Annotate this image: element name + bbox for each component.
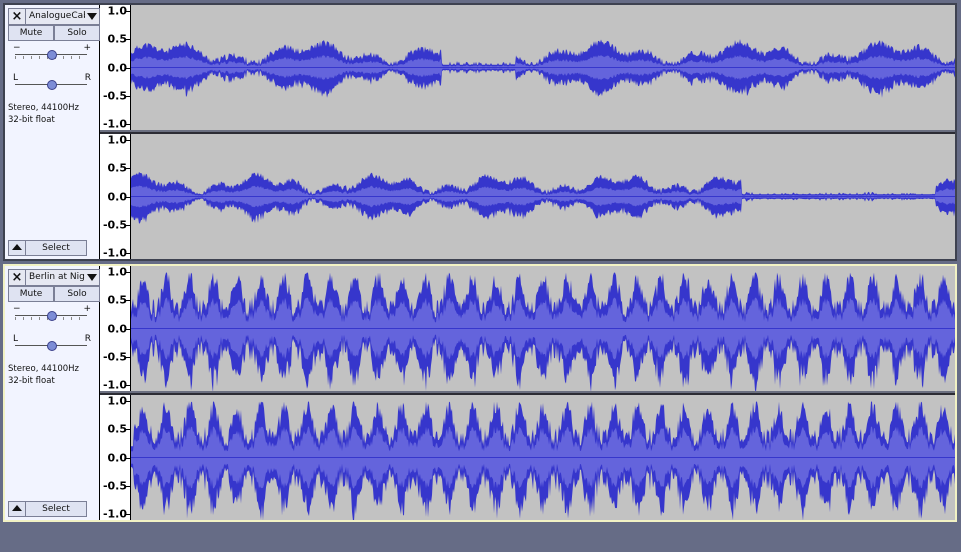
gain-slider-thumb[interactable] [47, 50, 57, 60]
amplitude-tick-label: -0.5 [102, 218, 127, 232]
collapse-arrow-icon [12, 244, 22, 250]
amplitude-tick-label: -0.5 [102, 89, 127, 103]
amplitude-tick-mark [126, 95, 130, 97]
collapse-arrow-icon [12, 505, 22, 511]
track-format-info: 32-bit float [8, 115, 55, 125]
amplitude-tick-mark [126, 356, 130, 358]
gain-slider[interactable]: − + [11, 43, 91, 61]
amplitude-tick-mark [126, 514, 130, 515]
select-track-button[interactable]: Select [25, 240, 87, 256]
amplitude-tick-mark [126, 140, 130, 141]
track-name-label: Berlin at Night [29, 272, 85, 282]
amplitude-tick-mark [126, 300, 130, 302]
amplitude-tick-mark [126, 328, 130, 330]
waveform-svg [131, 272, 955, 391]
amplitude-tick-label: 1.0 [107, 133, 128, 147]
amplitude-tick-label: 0.5 [107, 32, 128, 46]
select-track-button[interactable]: Select [25, 501, 87, 517]
pan-left-label: L [13, 334, 19, 344]
amplitude-tick-mark [126, 124, 130, 125]
track-name-menu[interactable]: Berlin at Night [25, 269, 100, 286]
gain-plus-label: + [83, 43, 91, 53]
waveform-channel-right[interactable] [131, 134, 955, 259]
track-berlin-at-night[interactable]: × Berlin at Night Mute Solo − + L R Ster… [3, 264, 957, 522]
amplitude-ruler: 1.0 0.5 0.0 -0.5 -1.0 [100, 133, 131, 260]
pan-right-label: R [84, 334, 91, 344]
track-control-panel: × AnalogueCabin Mute Solo − + L R Stereo… [5, 5, 100, 259]
dropdown-arrow-icon [87, 274, 97, 281]
close-track-button[interactable]: × [8, 8, 26, 25]
amplitude-tick-label: 0.5 [107, 293, 128, 307]
amplitude-tick-label: -1.0 [102, 246, 127, 260]
track-analoguecabin[interactable]: × AnalogueCabin Mute Solo − + L R Stereo… [3, 3, 957, 261]
amplitude-tick-label: 1.0 [107, 394, 128, 408]
amplitude-tick-label: -0.5 [102, 350, 127, 364]
amplitude-tick-label: 0.5 [107, 422, 128, 436]
gain-minus-label: − [13, 43, 21, 53]
amplitude-tick-mark [126, 429, 130, 431]
amplitude-tick-label: -1.0 [102, 378, 127, 392]
amplitude-tick-mark [126, 168, 130, 170]
amplitude-tick-mark [126, 67, 130, 69]
amplitude-tick-label: 0.5 [107, 161, 128, 175]
waveform-svg [131, 172, 955, 224]
pan-slider-thumb[interactable] [47, 341, 57, 351]
amplitude-tick-label: 1.0 [107, 4, 128, 18]
amplitude-tick-mark [126, 485, 130, 487]
waveform-channel-left[interactable] [131, 266, 955, 391]
amplitude-tick-mark [126, 457, 130, 459]
amplitude-tick-mark [126, 224, 130, 226]
track-name-label: AnalogueCabin [29, 11, 85, 21]
mute-button[interactable]: Mute [8, 286, 54, 302]
amplitude-tick-label: -1.0 [102, 507, 127, 521]
dropdown-arrow-icon [87, 13, 97, 20]
pan-slider[interactable]: L R [11, 334, 91, 352]
gain-slider-thumb[interactable] [47, 311, 57, 321]
amplitude-tick-mark [126, 385, 130, 386]
amplitude-tick-mark [126, 401, 130, 402]
collapse-track-button[interactable] [8, 240, 26, 256]
amplitude-tick-mark [126, 196, 130, 198]
amplitude-tick-mark [126, 39, 130, 41]
amplitude-tick-mark [126, 272, 130, 273]
amplitude-tick-label: -1.0 [102, 117, 127, 131]
solo-button[interactable]: Solo [54, 25, 100, 41]
gain-minus-label: − [13, 304, 21, 314]
gain-slider[interactable]: − + [11, 304, 91, 322]
solo-button[interactable]: Solo [54, 286, 100, 302]
channel-separator[interactable] [100, 130, 955, 132]
waveform-svg [131, 401, 955, 520]
track-control-panel: × Berlin at Night Mute Solo − + L R Ster… [5, 266, 100, 520]
amplitude-tick-label: 0.0 [107, 190, 128, 203]
gain-plus-label: + [83, 304, 91, 314]
amplitude-tick-mark [126, 11, 130, 12]
pan-slider[interactable]: L R [11, 73, 91, 91]
waveform-svg [131, 39, 955, 98]
waveform-channel-right[interactable] [131, 395, 955, 520]
amplitude-tick-label: 1.0 [107, 265, 128, 279]
track-name-menu[interactable]: AnalogueCabin [25, 8, 100, 25]
amplitude-tick-label: 0.0 [107, 451, 128, 464]
amplitude-tick-label: -0.5 [102, 479, 127, 493]
collapse-track-button[interactable] [8, 501, 26, 517]
track-format-info: 32-bit float [8, 376, 55, 386]
pan-slider-thumb[interactable] [47, 80, 57, 90]
mute-button[interactable]: Mute [8, 25, 54, 41]
pan-right-label: R [84, 73, 91, 83]
track-rate-info: Stereo, 44100Hz [8, 103, 79, 113]
amplitude-tick-label: 0.0 [107, 61, 128, 74]
waveform-channel-left[interactable] [131, 5, 955, 130]
amplitude-tick-label: 0.0 [107, 322, 128, 335]
track-rate-info: Stereo, 44100Hz [8, 364, 79, 374]
amplitude-ruler: 1.0 0.5 0.0 -0.5 -1.0 [100, 394, 131, 521]
amplitude-tick-mark [126, 253, 130, 254]
amplitude-ruler: 1.0 0.5 0.0 -0.5 -1.0 [100, 4, 131, 131]
amplitude-ruler: 1.0 0.5 0.0 -0.5 -1.0 [100, 265, 131, 392]
close-track-button[interactable]: × [8, 269, 26, 286]
pan-left-label: L [13, 73, 19, 83]
channel-separator[interactable] [100, 391, 955, 393]
